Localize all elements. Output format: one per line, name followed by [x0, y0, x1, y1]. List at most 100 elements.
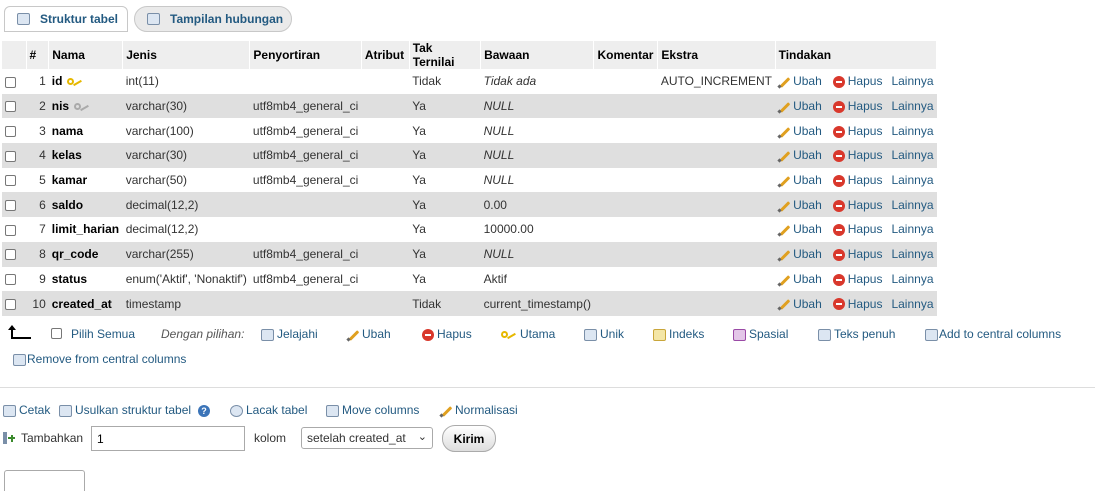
propose-structure-button[interactable]: Usulkan struktur tabel — [59, 403, 191, 417]
row-checkbox[interactable] — [5, 101, 16, 113]
column-default: NULL — [480, 167, 594, 193]
edit-button[interactable]: Ubah — [778, 99, 822, 113]
column-attribute — [361, 217, 410, 242]
drop-icon — [832, 248, 845, 261]
header-extra[interactable]: Ekstra — [657, 41, 776, 69]
header-comment[interactable]: Komentar — [593, 41, 659, 69]
tab-relation-view[interactable]: Tampilan hubungan — [134, 6, 292, 32]
row-checkbox[interactable] — [5, 224, 16, 236]
header-name[interactable]: Nama — [48, 41, 124, 69]
bulk-add-central-button[interactable]: Add to central columns — [925, 327, 1061, 341]
row-number: 7 — [26, 217, 49, 242]
edit-button[interactable]: Ubah — [778, 74, 822, 88]
row-number: 3 — [26, 118, 49, 144]
more-button[interactable]: Lainnya — [891, 297, 933, 311]
more-button[interactable]: Lainnya — [891, 198, 933, 212]
partial-panel — [4, 470, 85, 491]
header-type[interactable]: Jenis — [122, 41, 251, 69]
edit-label: Ubah — [793, 271, 822, 286]
bulk-edit-button[interactable]: Ubah — [347, 327, 391, 341]
drop-button[interactable]: Hapus — [832, 124, 882, 138]
drop-label: Hapus — [847, 222, 883, 237]
check-all-checkbox[interactable] — [51, 328, 62, 339]
drop-button[interactable]: Hapus — [832, 222, 883, 237]
row-name-cell: kamar — [48, 167, 123, 193]
more-button[interactable]: Lainnya — [891, 124, 933, 138]
header-attribute[interactable]: Atribut — [361, 41, 410, 69]
edit-button[interactable]: Ubah — [778, 148, 822, 162]
edit-button[interactable]: Ubah — [778, 198, 822, 212]
help-icon[interactable]: ? — [198, 405, 210, 417]
column-attribute — [361, 167, 410, 193]
header-default[interactable]: Bawaan — [480, 41, 595, 69]
more-button[interactable]: Lainnya — [891, 222, 933, 236]
bulk-fulltext-label: Teks penuh — [834, 327, 896, 341]
drop-button[interactable]: Hapus — [832, 74, 882, 88]
header-number[interactable]: # — [26, 41, 50, 69]
move-columns-button[interactable]: Move columns — [326, 403, 419, 417]
column-collation — [249, 69, 362, 94]
edit-label: Ubah — [793, 222, 822, 237]
edit-button[interactable]: Ubah — [778, 272, 822, 286]
bulk-drop-button[interactable]: Hapus — [422, 327, 472, 341]
bulk-spatial-button[interactable]: Spasial — [733, 327, 788, 341]
bulk-primary-button[interactable]: Utama — [501, 327, 555, 341]
drop-button[interactable]: Hapus — [832, 198, 882, 212]
row-select-cell — [2, 192, 26, 218]
row-checkbox[interactable] — [5, 76, 16, 88]
drop-button[interactable]: Hapus — [832, 247, 882, 261]
row-select-cell — [2, 266, 26, 292]
row-checkbox[interactable] — [5, 200, 16, 212]
more-label: Lainnya — [891, 296, 934, 311]
more-button[interactable]: Lainnya — [891, 272, 933, 286]
bulk-index-button[interactable]: Indeks — [653, 327, 704, 341]
more-button[interactable]: Lainnya — [891, 173, 933, 187]
track-table-button[interactable]: Lacak tabel — [230, 403, 307, 417]
normalize-button[interactable]: Normalisasi — [440, 403, 518, 417]
column-extra — [657, 266, 776, 292]
edit-button[interactable]: Ubah — [778, 297, 822, 311]
check-all-label[interactable]: Pilih Semua — [71, 327, 135, 341]
drop-button[interactable]: Hapus — [832, 148, 882, 162]
unique-icon — [584, 328, 597, 341]
tab-structure[interactable]: Struktur tabel — [4, 6, 128, 32]
drop-button[interactable]: Hapus — [832, 173, 882, 187]
drop-button[interactable]: Hapus — [832, 99, 882, 113]
more-button[interactable]: Lainnya — [891, 99, 933, 113]
row-number: 10 — [26, 291, 49, 316]
bulk-unique-button[interactable]: Unik — [584, 327, 624, 341]
row-checkbox[interactable] — [5, 298, 16, 310]
more-button[interactable]: Lainnya — [891, 148, 933, 162]
primary-key-icon — [67, 76, 83, 88]
row-checkbox[interactable] — [5, 249, 16, 261]
row-checkbox[interactable] — [5, 150, 16, 162]
edit-button[interactable]: Ubah — [778, 173, 822, 187]
pencil-icon — [778, 150, 790, 162]
bulk-fulltext-button[interactable]: Teks penuh — [818, 327, 895, 341]
bulk-browse-button[interactable]: Jelajahi — [261, 327, 318, 341]
edit-button[interactable]: Ubah — [778, 247, 822, 261]
column-extra — [657, 291, 776, 316]
header-collation[interactable]: Penyortiran — [249, 41, 362, 69]
bulk-browse-label: Jelajahi — [277, 327, 318, 341]
more-label: Lainnya — [891, 74, 934, 89]
edit-button[interactable]: Ubah — [778, 124, 822, 138]
column-type: varchar(30) — [122, 143, 250, 168]
row-checkbox[interactable] — [5, 126, 16, 138]
edit-label: Ubah — [793, 296, 822, 311]
column-position-select[interactable]: setelah created_at ⌄ — [301, 427, 433, 449]
more-button[interactable]: Lainnya — [891, 74, 933, 88]
add-column-count-input[interactable] — [91, 426, 245, 451]
print-button[interactable]: Cetak — [3, 403, 50, 417]
drop-button[interactable]: Hapus — [832, 272, 882, 286]
header-null[interactable]: Tak Ternilai — [409, 41, 482, 69]
more-label: Lainnya — [891, 123, 934, 138]
row-checkbox[interactable] — [5, 175, 16, 187]
more-button[interactable]: Lainnya — [891, 247, 933, 261]
drop-button[interactable]: Hapus — [832, 297, 882, 311]
submit-button[interactable]: Kirim — [442, 425, 496, 452]
bulk-remove-central-button[interactable]: Remove from central columns — [13, 352, 186, 366]
unique-key-icon — [74, 101, 90, 113]
edit-button[interactable]: Ubah — [778, 222, 822, 236]
row-checkbox[interactable] — [5, 274, 16, 286]
